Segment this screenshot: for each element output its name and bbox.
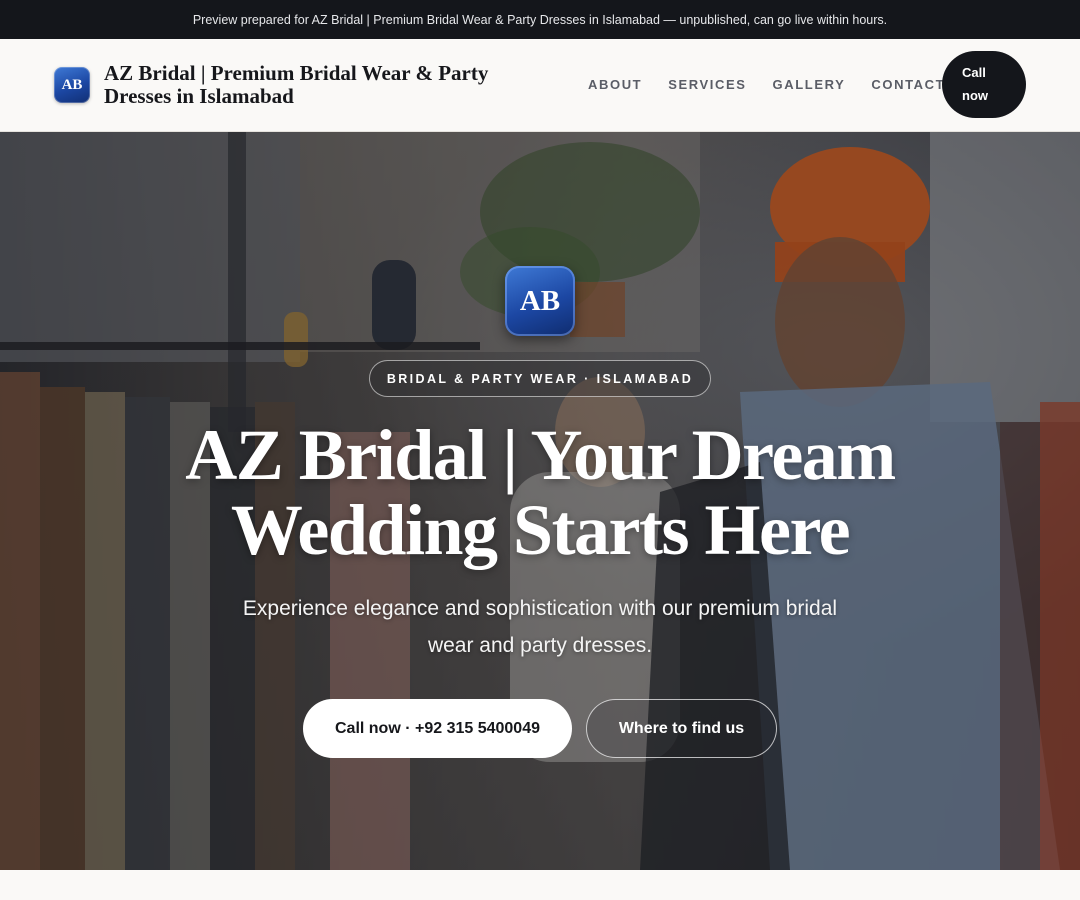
site-header: AB AZ Bridal | Premium Bridal Wear & Par… [0,39,1080,132]
nav-about[interactable]: ABOUT [588,77,642,92]
header-call-button[interactable]: Call now [942,51,1026,118]
hero-title: AZ Bridal | Your Dream Wedding Starts He… [140,418,940,568]
nav-gallery[interactable]: GALLERY [773,77,846,92]
header-call-label-2: now [962,88,988,103]
main-nav: ABOUT SERVICES GALLERY CONTACT [588,77,945,92]
header-call-label-1: Call [962,65,986,80]
hero-title-line-2: Wedding Starts Here [230,490,851,570]
hero-logo: AB [505,266,575,336]
next-section [0,870,1080,900]
nav-services[interactable]: SERVICES [668,77,746,92]
hero-tagline: BRIDAL & PARTY WEAR · ISLAMABAD [369,360,711,397]
brand-name[interactable]: AZ Bridal | Premium Bridal Wear & Party … [104,62,544,108]
hero-title-line-1: AZ Bridal | Your Dream [185,415,896,495]
call-now-button[interactable]: Call now · +92 315 5400049 [303,699,572,758]
preview-banner: Preview prepared for AZ Bridal | Premium… [0,0,1080,39]
preview-notice-text: Preview prepared for AZ Bridal | Premium… [192,12,888,27]
brand-logo[interactable]: AB [54,67,90,103]
nav-contact[interactable]: CONTACT [871,77,945,92]
find-us-button[interactable]: Where to find us [586,699,777,758]
hero-subtitle: Experience elegance and sophistication w… [242,597,838,657]
hero-section: AB BRIDAL & PARTY WEAR · ISLAMABAD AZ Br… [0,132,1080,870]
